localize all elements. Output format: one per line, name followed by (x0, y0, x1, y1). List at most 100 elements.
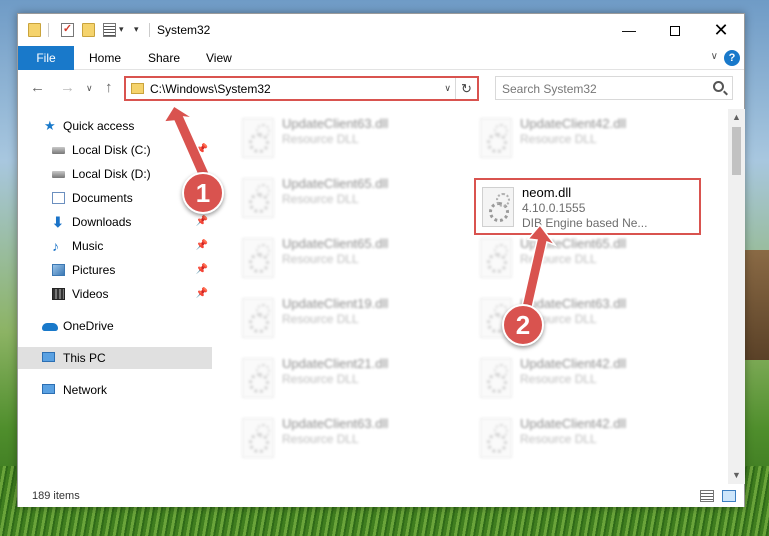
dll-file-icon (480, 118, 512, 158)
forward-arrow-icon[interactable]: → (60, 79, 75, 96)
tab-view[interactable]: View (206, 46, 232, 70)
sidebar-item-label: Music (72, 239, 104, 253)
address-dropdown-icon[interactable]: ∨ (444, 83, 451, 94)
address-bar[interactable]: C:\Windows\System32 ∨ ↻ (124, 76, 479, 101)
sidebar-item-onedrive[interactable]: OneDrive (18, 315, 212, 337)
cloud-icon (42, 323, 58, 331)
file-item[interactable]: UpdateClient65.dll Resource DLL (474, 232, 700, 284)
tab-file[interactable]: File (18, 46, 74, 70)
search-icon[interactable] (713, 81, 724, 92)
refresh-icon[interactable]: ↻ (455, 78, 477, 99)
sidebar-item-videos[interactable]: Videos 📌 (18, 283, 212, 305)
file-item[interactable]: UpdateClient19.dll Resource DLL (236, 292, 462, 344)
file-item[interactable]: UpdateClient42.dll Resource DLL (474, 112, 700, 164)
details-view-icon[interactable] (700, 490, 714, 502)
file-type: Resource DLL (520, 252, 597, 266)
customize-toolbar-icon[interactable]: ▾ (134, 24, 139, 35)
computer-icon (42, 352, 55, 362)
close-button[interactable]: ✕ (698, 14, 744, 46)
dll-file-icon (480, 418, 512, 458)
highlight-box (474, 178, 701, 235)
dll-file-icon (242, 418, 274, 458)
file-list: UpdateClient63.dll Resource DLL UpdateCl… (226, 109, 730, 484)
dll-file-icon (242, 358, 274, 398)
help-icon[interactable]: ? (724, 50, 740, 66)
pin-icon: 📌 (195, 216, 208, 227)
separator (149, 23, 150, 37)
file-type: Resource DLL (282, 192, 359, 206)
folder-icon (131, 83, 144, 94)
scroll-down-icon[interactable]: ▼ (728, 467, 745, 484)
up-arrow-icon[interactable]: ↑ (105, 79, 113, 96)
item-count: 189 items (32, 490, 80, 502)
sidebar-item-local-disk-c[interactable]: Local Disk (C:) 📌 (18, 139, 212, 161)
file-item[interactable]: UpdateClient65.dll Resource DLL (236, 172, 462, 224)
expand-ribbon-icon[interactable]: ∨ (711, 51, 718, 62)
status-bar: 189 items (18, 486, 744, 507)
sidebar-item-network[interactable]: Network (18, 379, 212, 401)
music-icon: ♪ (52, 238, 59, 254)
tab-home[interactable]: Home (89, 46, 121, 70)
scroll-thumb[interactable] (732, 127, 741, 175)
star-icon: ★ (44, 118, 56, 133)
sidebar-item-label: Documents (72, 191, 133, 205)
recent-locations-icon[interactable]: ∨ (86, 83, 93, 94)
file-item[interactable]: UpdateClient63.dll Resource DLL (236, 412, 462, 464)
file-item[interactable]: UpdateClient42.dll Resource DLL (474, 412, 700, 464)
sidebar-item-pictures[interactable]: Pictures 📌 (18, 259, 212, 281)
ribbon: File Home Share View ∨ ? (18, 46, 744, 70)
separator (48, 23, 49, 37)
file-type: Resource DLL (520, 432, 597, 446)
search-input[interactable]: Search System32 (495, 76, 733, 100)
window-title: System32 (157, 23, 211, 37)
pin-icon: 📌 (195, 264, 208, 275)
address-path[interactable]: C:\Windows\System32 (150, 82, 271, 96)
file-explorer-window: ✓ ▾ ▾ System32 — ✕ File Home Share View … (17, 13, 745, 507)
navigation-pane: ★ Quick access Local Disk (C:) 📌 Local D… (18, 109, 214, 484)
sidebar-item-label: Pictures (72, 263, 116, 277)
chevron-down-icon[interactable]: ▾ (119, 24, 124, 35)
minimize-button[interactable]: — (606, 14, 652, 46)
vertical-scrollbar[interactable]: ▲ ▼ (728, 109, 745, 484)
dll-file-icon (480, 358, 512, 398)
step-callout-2: 2 (502, 304, 544, 346)
file-item[interactable]: UpdateClient65.dll Resource DLL (236, 232, 462, 284)
view-properties-icon[interactable] (103, 23, 116, 37)
file-name: UpdateClient19.dll (282, 296, 389, 311)
dll-file-icon (242, 298, 274, 338)
back-arrow-icon[interactable]: ← (30, 79, 45, 96)
file-name: UpdateClient65.dll (282, 176, 389, 191)
file-item[interactable]: UpdateClient63.dll Resource DLL (236, 112, 462, 164)
file-item[interactable]: UpdateClient42.dll Resource DLL (474, 352, 700, 404)
step-callout-1: 1 (182, 172, 224, 214)
file-name: UpdateClient65.dll (282, 236, 389, 251)
file-name: UpdateClient65.dll (520, 236, 627, 251)
file-item[interactable]: UpdateClient21.dll Resource DLL (236, 352, 462, 404)
sidebar-item-this-pc[interactable]: This PC (18, 347, 212, 369)
file-type: Resource DLL (282, 132, 359, 146)
dll-file-icon (242, 118, 274, 158)
file-name: UpdateClient42.dll (520, 356, 627, 371)
file-name: UpdateClient63.dll (282, 116, 389, 131)
dll-file-icon (242, 178, 274, 218)
disk-icon (52, 171, 65, 178)
pin-icon: 📌 (195, 288, 208, 299)
scroll-up-icon[interactable]: ▲ (728, 109, 745, 126)
file-name: UpdateClient21.dll (282, 356, 389, 371)
sidebar-item-local-disk-d[interactable]: Local Disk (D:) 📌 (18, 163, 212, 185)
folder-icon[interactable] (28, 23, 41, 37)
dll-file-icon (242, 238, 274, 278)
pictures-icon (52, 264, 65, 276)
sidebar-item-downloads[interactable]: ⬇ Downloads 📌 (18, 211, 212, 233)
new-folder-icon[interactable] (82, 23, 95, 37)
tab-share[interactable]: Share (148, 46, 180, 70)
sidebar-item-quick-access[interactable]: ★ Quick access (18, 115, 212, 137)
sidebar-item-music[interactable]: ♪ Music 📌 (18, 235, 212, 257)
sidebar-item-label: OneDrive (63, 319, 114, 333)
file-type: Resource DLL (282, 372, 359, 386)
navigation-bar: ← → ∨ ↑ C:\Windows\System32 ∨ ↻ Search S… (18, 71, 744, 105)
sidebar-item-label: Local Disk (C:) (72, 143, 151, 157)
properties-check-icon[interactable]: ✓ (61, 23, 74, 37)
maximize-button[interactable] (652, 14, 698, 46)
tiles-view-icon[interactable] (722, 490, 736, 502)
